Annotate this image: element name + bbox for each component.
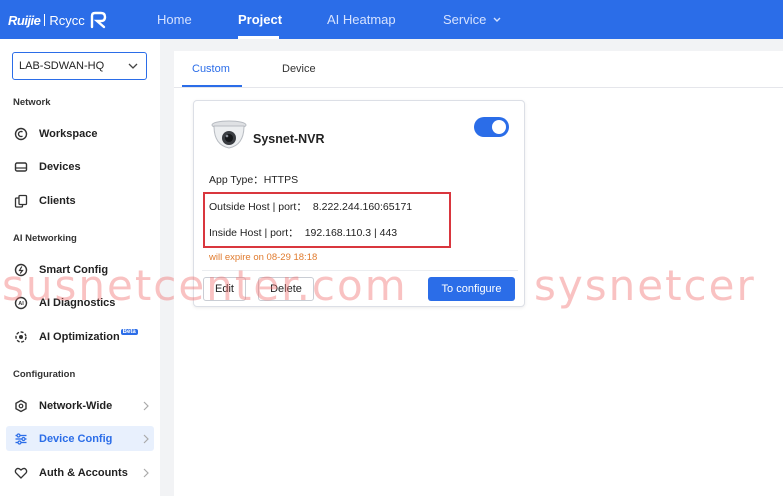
sidebar-item-workspace[interactable]: Workspace [6, 121, 154, 146]
sidebar-item-clients[interactable]: Clients [6, 188, 154, 213]
section-configuration: Configuration [13, 369, 76, 380]
app-title: Sysnet-NVR [253, 132, 325, 146]
nav-project[interactable]: Project [238, 12, 282, 27]
tab-bar: Custom Device [174, 51, 783, 88]
tab-custom[interactable]: Custom [192, 63, 230, 75]
tab-device[interactable]: Device [282, 63, 316, 75]
configure-button[interactable]: To configure [428, 277, 515, 301]
sidebar-item-ai-optimization[interactable]: AI Optimization Beta [6, 324, 154, 349]
auth-accounts-icon [13, 465, 29, 481]
edit-button[interactable]: Edit [203, 277, 246, 301]
enable-toggle[interactable] [474, 117, 509, 137]
sidebar: LAB-SDWAN-HQ Network Workspace Devices C… [0, 39, 160, 496]
clients-icon [13, 193, 29, 209]
sidebar-item-auth-accounts[interactable]: Auth & Accounts [6, 460, 154, 485]
project-selector[interactable]: LAB-SDWAN-HQ [12, 52, 147, 80]
sidebar-item-device-config[interactable]: Device Config [6, 426, 154, 451]
sidebar-item-devices[interactable]: Devices [6, 154, 154, 179]
sidebar-item-smart-config[interactable]: Smart Config [6, 257, 154, 282]
annotation-highlight-box [203, 192, 451, 248]
beta-badge: Beta [120, 328, 138, 335]
ruijie-logo[interactable]: Ruijie Rcycc [8, 9, 108, 31]
camera-icon [211, 120, 247, 149]
nav-ai-heatmap[interactable]: AI Heatmap [327, 12, 396, 27]
nav-home[interactable]: Home [157, 12, 192, 27]
top-nav-bar: Ruijie Rcycc Home Project AI Heatmap Ser… [0, 0, 783, 39]
chevron-right-icon [143, 468, 149, 478]
chevron-right-icon [143, 434, 149, 444]
ai-diagnostics-icon: AI [13, 295, 29, 311]
main-panel: Custom Device Sysnet-NVR App Type：HTTPS … [174, 51, 783, 496]
sidebar-item-network-wide[interactable]: Network-Wide [6, 393, 154, 418]
svg-text:AI: AI [18, 301, 24, 307]
chevron-down-icon [493, 17, 501, 22]
sidebar-item-ai-diagnostics[interactable]: AI AI Diagnostics [6, 290, 154, 315]
delete-button[interactable]: Delete [258, 277, 314, 301]
nav-service[interactable]: Service [443, 12, 502, 27]
network-wide-icon [13, 398, 29, 414]
chevron-right-icon [143, 401, 149, 411]
expiry-notice: will expire on 08-29 18:18 [209, 252, 318, 263]
nav-active-indicator [238, 36, 279, 39]
app-card: Sysnet-NVR App Type：HTTPS Outside Host |… [193, 100, 525, 307]
chevron-down-icon [128, 63, 138, 69]
tab-active-indicator [182, 85, 242, 87]
section-ai-networking: AI Networking [13, 233, 77, 244]
workspace-icon [13, 126, 29, 142]
devices-icon [13, 159, 29, 175]
smart-config-icon [13, 262, 29, 278]
ai-optimization-icon [13, 329, 29, 345]
app-type-row: App Type：HTTPS [209, 174, 299, 186]
section-network: Network [13, 97, 51, 108]
device-config-icon [13, 431, 29, 447]
reyee-logo-icon [90, 11, 106, 29]
